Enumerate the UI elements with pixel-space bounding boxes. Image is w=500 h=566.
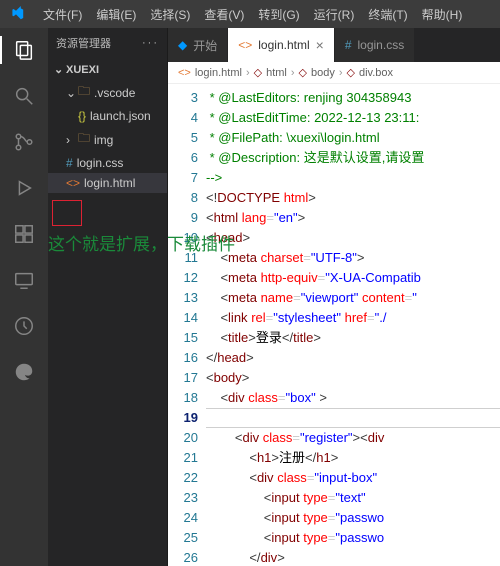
file-login-css[interactable]: #login.css (48, 153, 167, 173)
menu-item[interactable]: 转到(G) (251, 4, 306, 26)
annotation-text: 这个就是扩展，下载插件 (48, 230, 235, 255)
explorer-icon[interactable] (10, 36, 38, 64)
menu-item[interactable]: 运行(R) (307, 4, 362, 26)
project-root[interactable]: ⌄XUEXI (48, 60, 167, 79)
file-login-html[interactable]: <>login.html (48, 173, 167, 193)
menu-item[interactable]: 选择(S) (143, 4, 197, 26)
file-tree: ⌄XUEXI ⌄🗀.vscode {}launch.json ›🗀img #lo… (48, 58, 167, 195)
extensions-icon[interactable] (10, 220, 38, 248)
tab-login-css[interactable]: # login.css (335, 28, 415, 62)
vscode-logo-icon (10, 6, 26, 22)
run-debug-icon[interactable] (10, 174, 38, 202)
css-file-icon: # (345, 38, 352, 52)
menu-item[interactable]: 终端(T) (361, 4, 414, 26)
menu-item[interactable]: 编辑(E) (89, 4, 143, 26)
annotation-highlight-box (52, 200, 82, 226)
timeline-icon[interactable] (10, 312, 38, 340)
menu-item[interactable]: 文件(F) (36, 4, 89, 26)
source-control-icon[interactable] (10, 128, 38, 156)
tab-start[interactable]: ◆ 开始 (168, 28, 228, 62)
breadcrumbs[interactable]: <> login.html› ◇html› ◇body› ◇div.box (168, 62, 500, 84)
file-launch-json[interactable]: {}launch.json (48, 106, 167, 126)
remote-icon[interactable] (10, 266, 38, 294)
editor-tabs: ◆ 开始 <> login.html × # login.css (168, 28, 500, 62)
html-file-icon: <> (238, 38, 252, 52)
folder-img[interactable]: ›🗀img (48, 126, 167, 153)
editor-area: ◆ 开始 <> login.html × # login.css <> logi… (168, 28, 500, 566)
code-editor[interactable]: 3456789101112131415161718192021222324252… (168, 84, 500, 566)
tab-login-html[interactable]: <> login.html × (228, 28, 335, 62)
vscode-icon: ◆ (178, 38, 187, 52)
code-lines[interactable]: * @LastEditors: renjing 304358943 * @Las… (206, 84, 500, 566)
menu-item[interactable]: 帮助(H) (415, 4, 470, 26)
edge-icon[interactable] (10, 358, 38, 386)
line-numbers: 3456789101112131415161718192021222324252… (168, 84, 206, 566)
close-icon[interactable]: × (316, 37, 324, 53)
sidebar-title: 资源管理器 (56, 35, 111, 51)
menu-item[interactable]: 查看(V) (197, 4, 251, 26)
sidebar-more-icon[interactable]: ··· (142, 37, 159, 49)
menu-bar: 文件(F)编辑(E)选择(S)查看(V)转到(G)运行(R)终端(T)帮助(H) (0, 0, 500, 28)
folder-vscode[interactable]: ⌄🗀.vscode (48, 79, 167, 106)
activity-bar (0, 28, 48, 566)
search-icon[interactable] (10, 82, 38, 110)
explorer-sidebar: 资源管理器 ··· ⌄XUEXI ⌄🗀.vscode {}launch.json… (48, 28, 168, 566)
